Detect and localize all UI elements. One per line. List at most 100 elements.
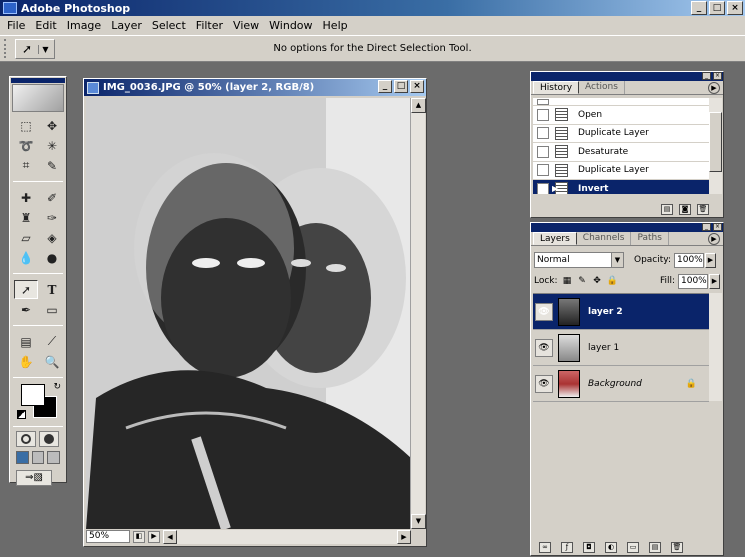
layer-visibility-eye-icon[interactable]: 👁 bbox=[535, 374, 553, 393]
tab-paths[interactable]: Paths bbox=[631, 232, 669, 245]
panel-minimize-button[interactable]: _ bbox=[702, 223, 711, 231]
document-horizontal-scrollbar[interactable]: ◀ ▶ bbox=[163, 529, 411, 544]
link-layers-icon[interactable]: ∞ bbox=[539, 541, 551, 553]
scroll-left-icon[interactable]: ◀ bbox=[163, 529, 177, 544]
hand-tool-icon[interactable]: ✋ bbox=[14, 352, 38, 371]
layer-style-icon[interactable]: ƒ bbox=[561, 541, 573, 553]
new-snapshot-icon[interactable]: ◙ bbox=[679, 203, 691, 215]
scroll-up-icon[interactable]: ▲ bbox=[411, 98, 426, 113]
layers-panel-header[interactable]: _ × bbox=[531, 223, 723, 232]
history-source-checkbox[interactable] bbox=[537, 98, 549, 105]
menu-view[interactable]: View bbox=[228, 19, 264, 32]
history-item[interactable]: Open bbox=[533, 106, 709, 125]
layer-visibility-eye-icon[interactable]: 👁 bbox=[535, 338, 553, 357]
status-menu-button[interactable]: ▶ bbox=[148, 530, 160, 543]
menu-filter[interactable]: Filter bbox=[191, 19, 228, 32]
magic-wand-tool-icon[interactable]: ✳ bbox=[40, 136, 64, 155]
chevron-down-icon[interactable]: ▼ bbox=[611, 253, 623, 267]
menu-file[interactable]: File bbox=[2, 19, 30, 32]
lock-image-icon[interactable]: ✎ bbox=[577, 276, 588, 287]
panel-close-button[interactable]: × bbox=[713, 223, 722, 231]
brush-tool-icon[interactable]: ✐ bbox=[40, 188, 64, 207]
minimize-button[interactable]: _ bbox=[691, 1, 707, 15]
full-screen-menu-mode-button[interactable] bbox=[31, 451, 45, 464]
layer-row-selected[interactable]: 👁 layer 2 bbox=[533, 294, 709, 330]
tab-history[interactable]: History bbox=[533, 81, 580, 94]
layers-scrollbar[interactable] bbox=[709, 293, 722, 401]
history-brush-tool-icon[interactable]: ✑ bbox=[40, 208, 64, 227]
zoom-level-field[interactable]: 50% bbox=[86, 530, 130, 543]
fill-field[interactable]: 100% bbox=[678, 273, 708, 289]
lasso-tool-icon[interactable]: ➰ bbox=[14, 136, 38, 155]
standard-mode-button[interactable] bbox=[16, 431, 36, 447]
image-canvas[interactable] bbox=[86, 98, 411, 529]
eraser-tool-icon[interactable]: ▱ bbox=[14, 228, 38, 247]
document-minimize-button[interactable]: _ bbox=[378, 80, 392, 93]
history-source-checkbox[interactable] bbox=[537, 164, 549, 177]
slice-tool-icon[interactable]: ✎ bbox=[40, 156, 64, 175]
quick-mask-mode-button[interactable] bbox=[39, 431, 59, 447]
adobe-feather-logo[interactable] bbox=[12, 84, 64, 112]
dodge-tool-icon[interactable]: ● bbox=[40, 248, 64, 267]
standard-screen-mode-button[interactable] bbox=[16, 451, 29, 464]
new-group-icon[interactable]: ▭ bbox=[627, 541, 639, 553]
scroll-down-icon[interactable]: ▼ bbox=[411, 514, 426, 529]
history-item-partial[interactable] bbox=[533, 98, 709, 106]
delete-state-icon[interactable]: 🗑 bbox=[697, 203, 709, 215]
lock-transparency-icon[interactable]: ▦ bbox=[562, 276, 573, 287]
menu-edit[interactable]: Edit bbox=[30, 19, 61, 32]
panel-menu-icon[interactable]: ▶ bbox=[708, 233, 720, 245]
lock-position-icon[interactable]: ✥ bbox=[592, 276, 603, 287]
maximize-button[interactable]: □ bbox=[709, 1, 725, 15]
panel-menu-icon[interactable]: ▶ bbox=[708, 82, 720, 94]
default-colors-icon[interactable] bbox=[17, 410, 26, 419]
history-source-checkbox[interactable] bbox=[537, 127, 549, 140]
jump-to-imageready-button[interactable]: ⇒▧ bbox=[16, 470, 52, 486]
adjustment-layer-icon[interactable]: ◐ bbox=[605, 541, 617, 553]
history-item[interactable]: Duplicate Layer bbox=[533, 162, 709, 180]
zoom-tool-icon[interactable]: 🔍 bbox=[40, 352, 64, 371]
tab-layers[interactable]: Layers bbox=[533, 232, 577, 245]
new-document-from-state-icon[interactable]: ▤ bbox=[661, 203, 673, 215]
document-title-bar[interactable]: IMG_0036.JPG @ 50% (layer 2, RGB/8) _ □ … bbox=[84, 79, 426, 96]
tab-channels[interactable]: Channels bbox=[577, 232, 632, 245]
foreground-color-swatch[interactable] bbox=[21, 384, 45, 406]
paint-bucket-tool-icon[interactable]: ◈ bbox=[40, 228, 64, 247]
document-close-button[interactable]: × bbox=[410, 80, 424, 93]
history-item[interactable]: Duplicate Layer bbox=[533, 125, 709, 143]
menu-help[interactable]: Help bbox=[318, 19, 353, 32]
scroll-right-icon[interactable]: ▶ bbox=[397, 529, 411, 544]
full-screen-mode-button[interactable] bbox=[47, 451, 61, 464]
lock-all-icon[interactable]: 🔒 bbox=[607, 276, 618, 287]
crop-tool-icon[interactable]: ⌗ bbox=[14, 156, 38, 175]
toolbox-header[interactable] bbox=[11, 78, 65, 83]
move-tool-icon[interactable]: ✥ bbox=[40, 116, 64, 135]
swap-colors-icon[interactable]: ↻ bbox=[53, 382, 61, 392]
history-source-checkbox[interactable] bbox=[537, 182, 549, 194]
shape-tool-icon[interactable]: ▭ bbox=[40, 300, 64, 319]
menu-image[interactable]: Image bbox=[62, 19, 106, 32]
history-item-selected[interactable]: ▶ Invert bbox=[533, 180, 709, 194]
layer-visibility-eye-icon[interactable]: 👁 bbox=[535, 302, 553, 321]
close-button[interactable]: × bbox=[727, 1, 743, 15]
opacity-field[interactable]: 100% bbox=[674, 252, 704, 268]
direct-selection-tool-icon[interactable]: ➚ bbox=[14, 280, 38, 299]
document-maximize-button[interactable]: □ bbox=[394, 80, 408, 93]
blur-tool-icon[interactable]: 💧 bbox=[14, 248, 38, 267]
eyedropper-tool-icon[interactable]: ⟋ bbox=[40, 332, 64, 351]
status-info-button[interactable]: ◧ bbox=[133, 530, 145, 543]
history-item[interactable]: Desaturate bbox=[533, 143, 709, 162]
history-source-checkbox[interactable] bbox=[537, 108, 549, 121]
blend-mode-select[interactable]: Normal ▼ bbox=[534, 252, 624, 268]
menu-select[interactable]: Select bbox=[147, 19, 191, 32]
fill-slider-button[interactable]: ▶ bbox=[709, 273, 720, 289]
menu-layer[interactable]: Layer bbox=[106, 19, 147, 32]
delete-layer-icon[interactable]: 🗑 bbox=[671, 541, 683, 553]
panel-close-button[interactable]: × bbox=[713, 72, 722, 80]
tab-actions[interactable]: Actions bbox=[579, 81, 625, 94]
opacity-slider-button[interactable]: ▶ bbox=[705, 252, 716, 268]
panel-minimize-button[interactable]: _ bbox=[702, 72, 711, 80]
marquee-tool-icon[interactable]: ⬚ bbox=[14, 116, 38, 135]
history-scrollbar[interactable] bbox=[709, 98, 722, 194]
layer-row-background[interactable]: 👁 Background 🔒 bbox=[533, 366, 709, 402]
